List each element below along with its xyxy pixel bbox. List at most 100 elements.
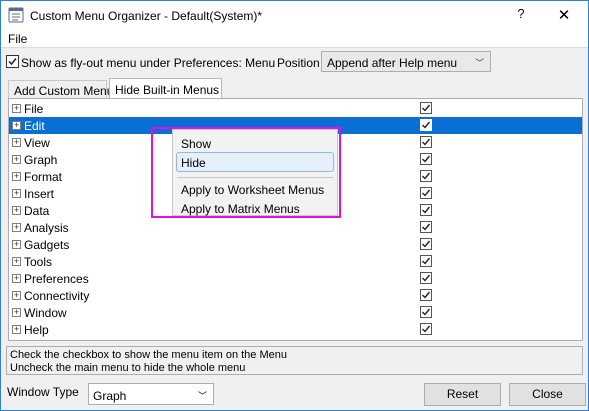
context-item-apply-matrix[interactable]: Apply to Matrix Menus (173, 198, 337, 218)
menu-tree-row-label: Graph (24, 153, 58, 167)
hint-box: Check the checkbox to show the menu item… (6, 346, 583, 375)
menu-visible-checkbox[interactable] (420, 221, 432, 233)
checkmark-icon (422, 121, 431, 129)
checkmark-icon (422, 189, 431, 197)
menu-tree-row[interactable]: + Tools (9, 253, 582, 270)
menu-visible-checkbox[interactable] (420, 170, 432, 182)
menu-tree-row[interactable]: + Help (9, 321, 582, 338)
checkmark-icon (422, 308, 431, 316)
checkmark-icon (422, 104, 431, 112)
context-item-label: Apply to Matrix Menus (181, 202, 300, 216)
expand-plus-icon[interactable]: + (12, 104, 21, 113)
expand-plus-icon[interactable]: + (12, 325, 21, 334)
context-menu-separator (177, 177, 333, 178)
menu-tree-row-label: View (24, 136, 50, 150)
context-item-hide[interactable]: Hide (176, 152, 334, 172)
hint-line-2: Uncheck the main menu to hide the whole … (10, 362, 246, 374)
menu-tree-row[interactable]: + Gadgets (9, 236, 582, 253)
menu-tree-row-label: Connectivity (24, 289, 90, 303)
menu-tree-row-label: File (24, 102, 44, 116)
expand-plus-icon[interactable]: + (12, 121, 21, 130)
expand-plus-icon[interactable]: + (12, 274, 21, 283)
flyout-label: Show as fly-out menu under Preferences: … (21, 56, 276, 70)
menubar-divider (1, 47, 588, 48)
close-button[interactable]: Close (509, 383, 586, 406)
menu-visible-checkbox[interactable] (420, 136, 432, 148)
checkmark-icon (422, 240, 431, 248)
expand-plus-icon[interactable]: + (12, 223, 21, 232)
menu-tree-row-label: Gadgets (24, 238, 70, 252)
expand-plus-icon[interactable]: + (12, 257, 21, 266)
flyout-checkbox[interactable] (6, 55, 19, 68)
menu-visible-checkbox[interactable] (420, 238, 432, 250)
menu-tree-row[interactable]: + Analysis (9, 219, 582, 236)
context-item-show[interactable]: Show (173, 133, 337, 153)
menu-tree-row-label: Edit (24, 119, 45, 133)
menu-tree-row-label: Window (24, 306, 67, 320)
expand-plus-icon[interactable]: + (12, 189, 21, 198)
menu-visible-checkbox[interactable] (420, 119, 432, 131)
menu-visible-checkbox[interactable] (420, 255, 432, 267)
expand-plus-icon[interactable]: + (12, 138, 21, 147)
expand-plus-icon[interactable]: + (12, 240, 21, 249)
menu-visible-checkbox[interactable] (420, 272, 432, 284)
position-value: Append after Help menu (327, 56, 458, 70)
menu-tree-row[interactable]: + Window (9, 304, 582, 321)
menu-visible-checkbox[interactable] (420, 323, 432, 335)
window-type-value: Graph (93, 389, 127, 403)
checkmark-icon (422, 223, 431, 231)
menu-tree-row-label: Insert (24, 187, 55, 201)
menu-visible-checkbox[interactable] (420, 204, 432, 216)
menu-tree-row-label: Tools (24, 255, 53, 269)
menu-tree-row[interactable]: + Preferences (9, 270, 582, 287)
menu-visible-checkbox[interactable] (420, 153, 432, 165)
checkmark-icon (422, 291, 431, 299)
menu-tree-row[interactable]: + Connectivity (9, 287, 582, 304)
menu-bar: File (1, 29, 588, 48)
position-dropdown[interactable]: Append after Help menu ﹀ (321, 51, 491, 72)
menu-file[interactable]: File (8, 32, 27, 46)
context-menu: Show Hide Apply to Worksheet Menus Apply… (172, 129, 338, 216)
tab-hide-built-in-menus[interactable]: Hide Built-in Menus (109, 78, 222, 100)
tab-add-custom-menu[interactable]: Add Custom Menu (8, 80, 113, 100)
app-icon (8, 7, 24, 23)
window-type-dropdown[interactable]: Graph ﹀ (88, 383, 214, 405)
menu-tree-row-label: Preferences (24, 272, 89, 286)
checkmark-icon (422, 274, 431, 282)
menu-tree-row-label: Data (24, 204, 50, 218)
menu-tree-row-label: Help (24, 323, 49, 337)
menu-visible-checkbox[interactable] (420, 306, 432, 318)
expand-plus-icon[interactable]: + (12, 155, 21, 164)
menu-tree-row-label: Format (24, 170, 63, 184)
context-item-label: Show (181, 137, 212, 151)
expand-plus-icon[interactable]: + (12, 291, 21, 300)
help-button[interactable]: ? (514, 6, 528, 24)
menu-visible-checkbox[interactable] (420, 289, 432, 301)
menu-tree-row[interactable]: + File (9, 100, 582, 117)
hint-line-1: Check the checkbox to show the menu item… (10, 349, 287, 361)
checkmark-icon (8, 58, 17, 66)
context-item-label: Apply to Worksheet Menus (181, 183, 325, 197)
expand-plus-icon[interactable]: + (12, 308, 21, 317)
checkmark-icon (422, 155, 431, 163)
menu-visible-checkbox[interactable] (420, 102, 432, 114)
chevron-down-icon: ﹀ (197, 391, 207, 401)
dialog-window: Custom Menu Organizer - Default(System)*… (0, 0, 589, 411)
window-title: Custom Menu Organizer - Default(System)* (30, 9, 263, 23)
menu-visible-checkbox[interactable] (420, 187, 432, 199)
checkmark-icon (422, 206, 431, 214)
expand-plus-icon[interactable]: + (12, 172, 21, 181)
close-window-button[interactable]: ✕ (555, 6, 573, 24)
checkmark-icon (422, 325, 431, 333)
title-bar: Custom Menu Organizer - Default(System)*… (1, 1, 588, 29)
context-item-label: Hide (181, 156, 206, 170)
window-type-label: Window Type (7, 385, 79, 399)
chevron-down-icon: ﹀ (474, 58, 484, 68)
checkmark-icon (422, 138, 431, 146)
reset-button[interactable]: Reset (424, 383, 501, 406)
expand-plus-icon[interactable]: + (12, 206, 21, 215)
checkmark-icon (422, 257, 431, 265)
context-item-apply-worksheet[interactable]: Apply to Worksheet Menus (173, 179, 337, 199)
menu-tree-row-label: Analysis (24, 221, 69, 235)
checkmark-icon (422, 172, 431, 180)
